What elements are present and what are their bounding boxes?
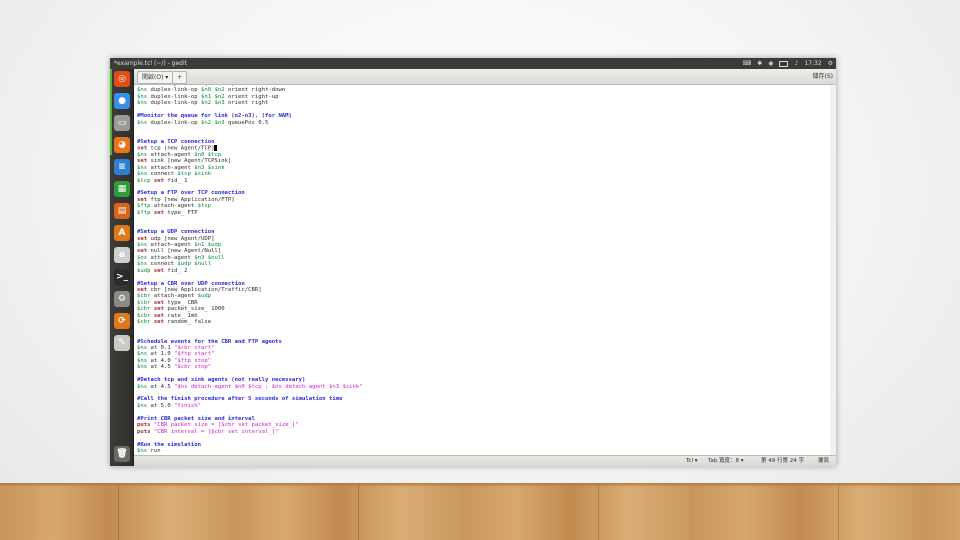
save-button[interactable]: 儲存(S)	[813, 71, 834, 82]
wifi-icon[interactable]: ◉	[768, 58, 773, 69]
status-bar: Tcl ▾ Tab 寬度：8 ▾ 第 49 行第 24 字 覆寫	[134, 455, 836, 467]
bluetooth-icon[interactable]: ✱	[757, 58, 762, 69]
gedit-toolbar: 開啟(O) ▾ + 儲存(S)	[134, 69, 836, 85]
wooden-floor-background	[0, 483, 960, 540]
code-line[interactable]: $ns at 4.5 "$ns detach-agent $n0 $tcp ; …	[137, 384, 363, 390]
trash-icon[interactable]: 🗑	[114, 446, 130, 462]
system-settings-icon[interactable]: ⚙	[114, 291, 130, 307]
calc-icon[interactable]: ▦	[114, 181, 130, 197]
software-updater-icon[interactable]: ⟳	[114, 313, 130, 329]
keyboard-icon[interactable]: ⌨	[743, 58, 752, 69]
gedit-window: *example.tcl (~/) - gedit ⌨ ✱ ◉ ♪ 17:32 …	[110, 58, 836, 467]
window-title: *example.tcl (~/) - gedit	[114, 60, 187, 67]
chromium-icon[interactable]: ●	[114, 93, 130, 109]
ubuntu-dash-icon[interactable]: ◎	[114, 71, 130, 87]
code-line[interactable]: $ns run	[137, 448, 363, 454]
code-text[interactable]: #Give node position (for NAM)$ns duplex-…	[137, 85, 363, 454]
writer-icon[interactable]: ≡	[114, 159, 130, 175]
code-editor[interactable]: #Give node position (for NAM)$ns duplex-…	[134, 85, 836, 455]
cursor-position: 第 49 行第 24 字	[761, 458, 804, 464]
top-panel: *example.tcl (~/) - gedit ⌨ ✱ ◉ ♪ 17:32 …	[110, 58, 836, 69]
impress-icon[interactable]: ▤	[114, 203, 130, 219]
vertical-scrollbar[interactable]	[830, 85, 836, 455]
unity-launcher: ◎ ● ▭ ◕ ≡ ▦ ▤ Aa >_ ⚙ ⟳ ✎ 🗑	[110, 69, 134, 466]
new-tab-button[interactable]: +	[172, 71, 188, 84]
open-button[interactable]: 開啟(O) ▾	[137, 71, 174, 84]
firefox-icon[interactable]: ◕	[114, 137, 130, 153]
volume-icon[interactable]: ♪	[794, 58, 798, 69]
settings-gear-icon[interactable]: ⚙	[828, 58, 833, 69]
text-cursor	[214, 145, 218, 152]
tab-width-selector[interactable]: Tab 寬度：8 ▾	[708, 456, 744, 467]
launcher-active-indicator	[110, 69, 112, 155]
battery-icon[interactable]	[779, 60, 789, 67]
amazon-icon[interactable]: a	[114, 247, 130, 263]
system-tray: ⌨ ✱ ◉ ♪ 17:32 ⚙	[743, 58, 833, 69]
terminal-icon[interactable]: >_	[114, 269, 130, 285]
insert-mode: 覆寫	[818, 458, 830, 464]
text-editor-icon[interactable]: ✎	[114, 335, 130, 351]
language-selector[interactable]: Tcl ▾	[686, 456, 698, 467]
files-icon[interactable]: ▭	[114, 115, 130, 131]
software-center-icon[interactable]: A	[114, 225, 130, 241]
clock[interactable]: 17:32	[804, 58, 821, 69]
